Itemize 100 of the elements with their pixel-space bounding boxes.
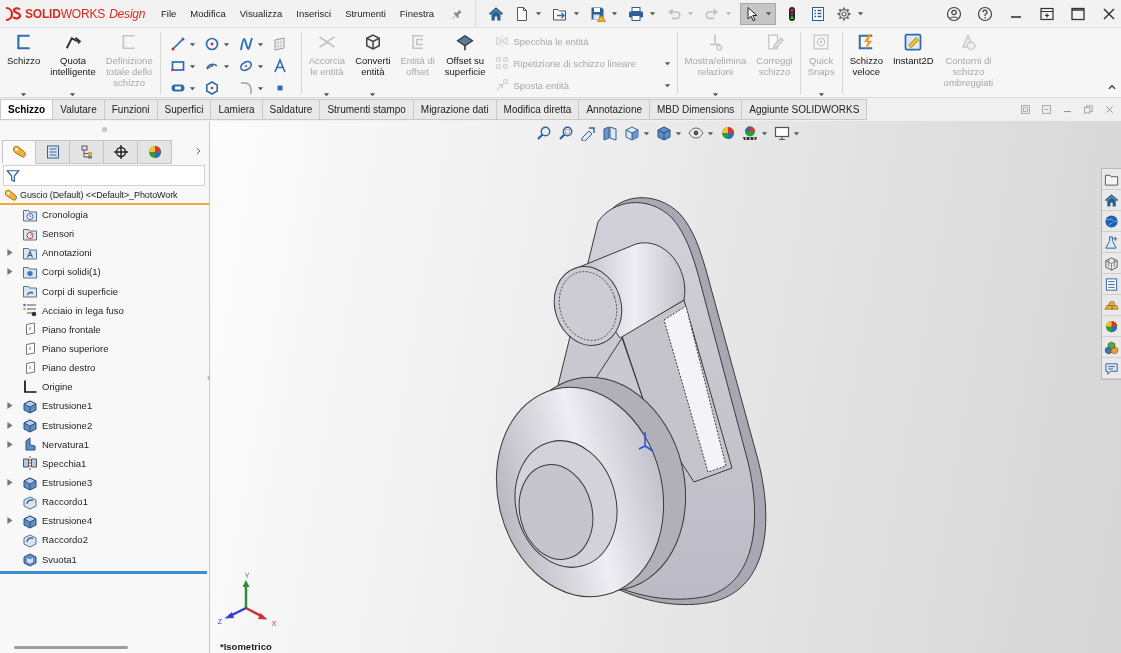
scrollbar-thumb[interactable] — [14, 645, 128, 649]
grip-dot-icon[interactable] — [102, 127, 107, 132]
menu-item[interactable]: File — [156, 6, 182, 21]
expand-arrow-icon[interactable] — [7, 479, 13, 487]
rectangle-icon — [169, 58, 186, 74]
view-tool-button[interactable] — [535, 124, 553, 142]
pin-icon[interactable] — [451, 7, 464, 20]
expand-arrow-icon[interactable] — [7, 249, 13, 257]
expand-arrow-icon[interactable] — [7, 402, 13, 410]
stacked-cubes-icon[interactable] — [1104, 339, 1119, 355]
ribbon-button[interactable]: Offset su superficie — [439, 28, 491, 97]
tree-item[interactable]: Estrusione4 — [0, 511, 209, 531]
sphere-icon[interactable] — [1104, 318, 1119, 334]
expand-arrow-icon[interactable] — [7, 517, 13, 525]
view-tool-button[interactable] — [557, 124, 575, 142]
ribbon-tab[interactable]: Funzioni — [104, 99, 158, 120]
panel-tab[interactable] — [36, 140, 70, 164]
tree-item[interactable]: Raccordo2 — [0, 530, 209, 550]
account-icon[interactable] — [946, 5, 962, 22]
tree-item[interactable]: Nervatura1 — [0, 434, 209, 454]
ribbon-button[interactable]: Schizzo veloce — [844, 28, 888, 97]
chevron-up-icon[interactable] — [1107, 82, 1117, 92]
ribbon-tab[interactable]: Schizzo — [0, 99, 54, 120]
view-tool-button[interactable] — [579, 124, 597, 142]
ribbon-tab[interactable]: MBD Dimensions — [650, 99, 743, 120]
tree-item[interactable]: Piano destro — [0, 358, 209, 378]
magnifier-icon — [536, 125, 552, 141]
chevron-right-icon[interactable] — [193, 146, 203, 156]
ribbon-button[interactable]: Converti entità — [350, 28, 396, 97]
menu-item[interactable]: Strumenti — [340, 6, 391, 21]
menu-item[interactable]: Visualizza — [234, 6, 288, 21]
tree-item[interactable]: Specchia1 — [0, 453, 209, 473]
view-tool-button[interactable] — [741, 124, 769, 142]
caret-icon — [857, 10, 865, 17]
tree-item[interactable]: Sensori — [0, 224, 209, 244]
caret-icon — [675, 129, 682, 137]
caret-icon — [188, 62, 196, 70]
chat-icon[interactable] — [1104, 360, 1119, 376]
tree-item[interactable]: Piano frontale — [0, 319, 209, 339]
ribbon-tab[interactable]: Aggiunte SOLIDWORKS — [742, 99, 868, 120]
pencil-arrow-icon — [580, 125, 596, 141]
globe-icon[interactable] — [1104, 213, 1119, 229]
close-icon[interactable] — [1101, 5, 1117, 22]
view-tool-button[interactable] — [655, 124, 683, 142]
tree-item[interactable]: Svuota1 — [0, 549, 209, 569]
ribbon-button[interactable]: Instant2D — [887, 28, 939, 97]
panel-tab[interactable] — [104, 140, 138, 164]
tree-item[interactable]: Corpi di superficie — [0, 281, 209, 301]
magnifier-box-icon — [558, 125, 574, 141]
ribbon-tab[interactable]: Saldature — [262, 99, 321, 120]
ribbon-button[interactable]: Quota intelligente — [45, 28, 101, 97]
ribbon-tab[interactable]: Superfici — [157, 99, 212, 120]
circle-in-square-icon — [811, 32, 832, 52]
wire-cube-icon[interactable] — [1104, 255, 1119, 271]
tree-item[interactable]: Raccordo1 — [0, 492, 209, 512]
menu-item[interactable]: Finestra — [394, 6, 440, 21]
filter-field[interactable] — [3, 165, 205, 186]
tree-item[interactable]: Guscio (Default) <<Default>_PhotoWork — [0, 187, 209, 205]
expand-arrow-icon[interactable] — [7, 440, 13, 448]
rollback-bar[interactable] — [0, 570, 207, 574]
tree-item[interactable]: Cronologia — [0, 205, 209, 225]
view-tool-button[interactable] — [601, 124, 619, 142]
tree-item[interactable]: Estrusione2 — [0, 415, 209, 435]
ribbon-tab[interactable]: Modifica diretta — [496, 99, 580, 120]
tree-item[interactable]: Estrusione1 — [0, 396, 209, 416]
menu-item[interactable]: Inserisci — [291, 6, 337, 21]
home-icon[interactable] — [1104, 192, 1119, 208]
expand-arrow-icon[interactable] — [7, 268, 13, 276]
caret-icon — [222, 40, 230, 48]
view-tool-button[interactable] — [719, 124, 737, 142]
ribbon-tab[interactable]: Annotazione — [579, 99, 651, 120]
tree-item[interactable]: Estrusione3 — [0, 472, 209, 493]
tree-item[interactable]: Annotazioni — [0, 243, 209, 263]
tree-item[interactable]: Corpi solidi(1) — [0, 262, 209, 282]
tree-item[interactable]: Piano superiore — [0, 339, 209, 359]
expand-arrow-icon[interactable] — [7, 421, 13, 429]
ribbon-tab[interactable]: Migrazione dati — [413, 99, 497, 120]
sphere-scene-icon — [742, 125, 758, 141]
toolbar-button[interactable] — [740, 2, 777, 25]
flask-icon[interactable] — [1104, 234, 1119, 250]
help-icon[interactable] — [977, 5, 993, 22]
ribbon-tab[interactable]: Lamiera — [211, 99, 263, 120]
ribbon-button[interactable]: Schizzo — [2, 28, 46, 97]
list-icon[interactable] — [1104, 276, 1119, 292]
framed-window-icon[interactable] — [1039, 5, 1055, 22]
rib-icon — [22, 436, 38, 453]
ribbon-tab[interactable]: Valutare — [53, 99, 105, 120]
maximize-icon[interactable] — [1070, 5, 1086, 22]
caret-icon — [256, 40, 264, 48]
home-icon — [488, 5, 505, 22]
caret-icon — [573, 10, 581, 17]
view-tool-button[interactable] — [687, 124, 715, 142]
menu-item[interactable]: Modifica — [185, 6, 231, 21]
cube-icon — [624, 125, 640, 141]
ribbon-tab[interactable]: Strumenti stampo — [320, 99, 414, 120]
tree-item[interactable]: Acciaio in lega fuso — [0, 300, 209, 320]
view-tool-button[interactable] — [773, 124, 801, 142]
tree-item[interactable]: Origine — [0, 377, 209, 397]
caret-icon — [765, 10, 773, 17]
tiled-window-icon[interactable] — [1020, 104, 1031, 115]
